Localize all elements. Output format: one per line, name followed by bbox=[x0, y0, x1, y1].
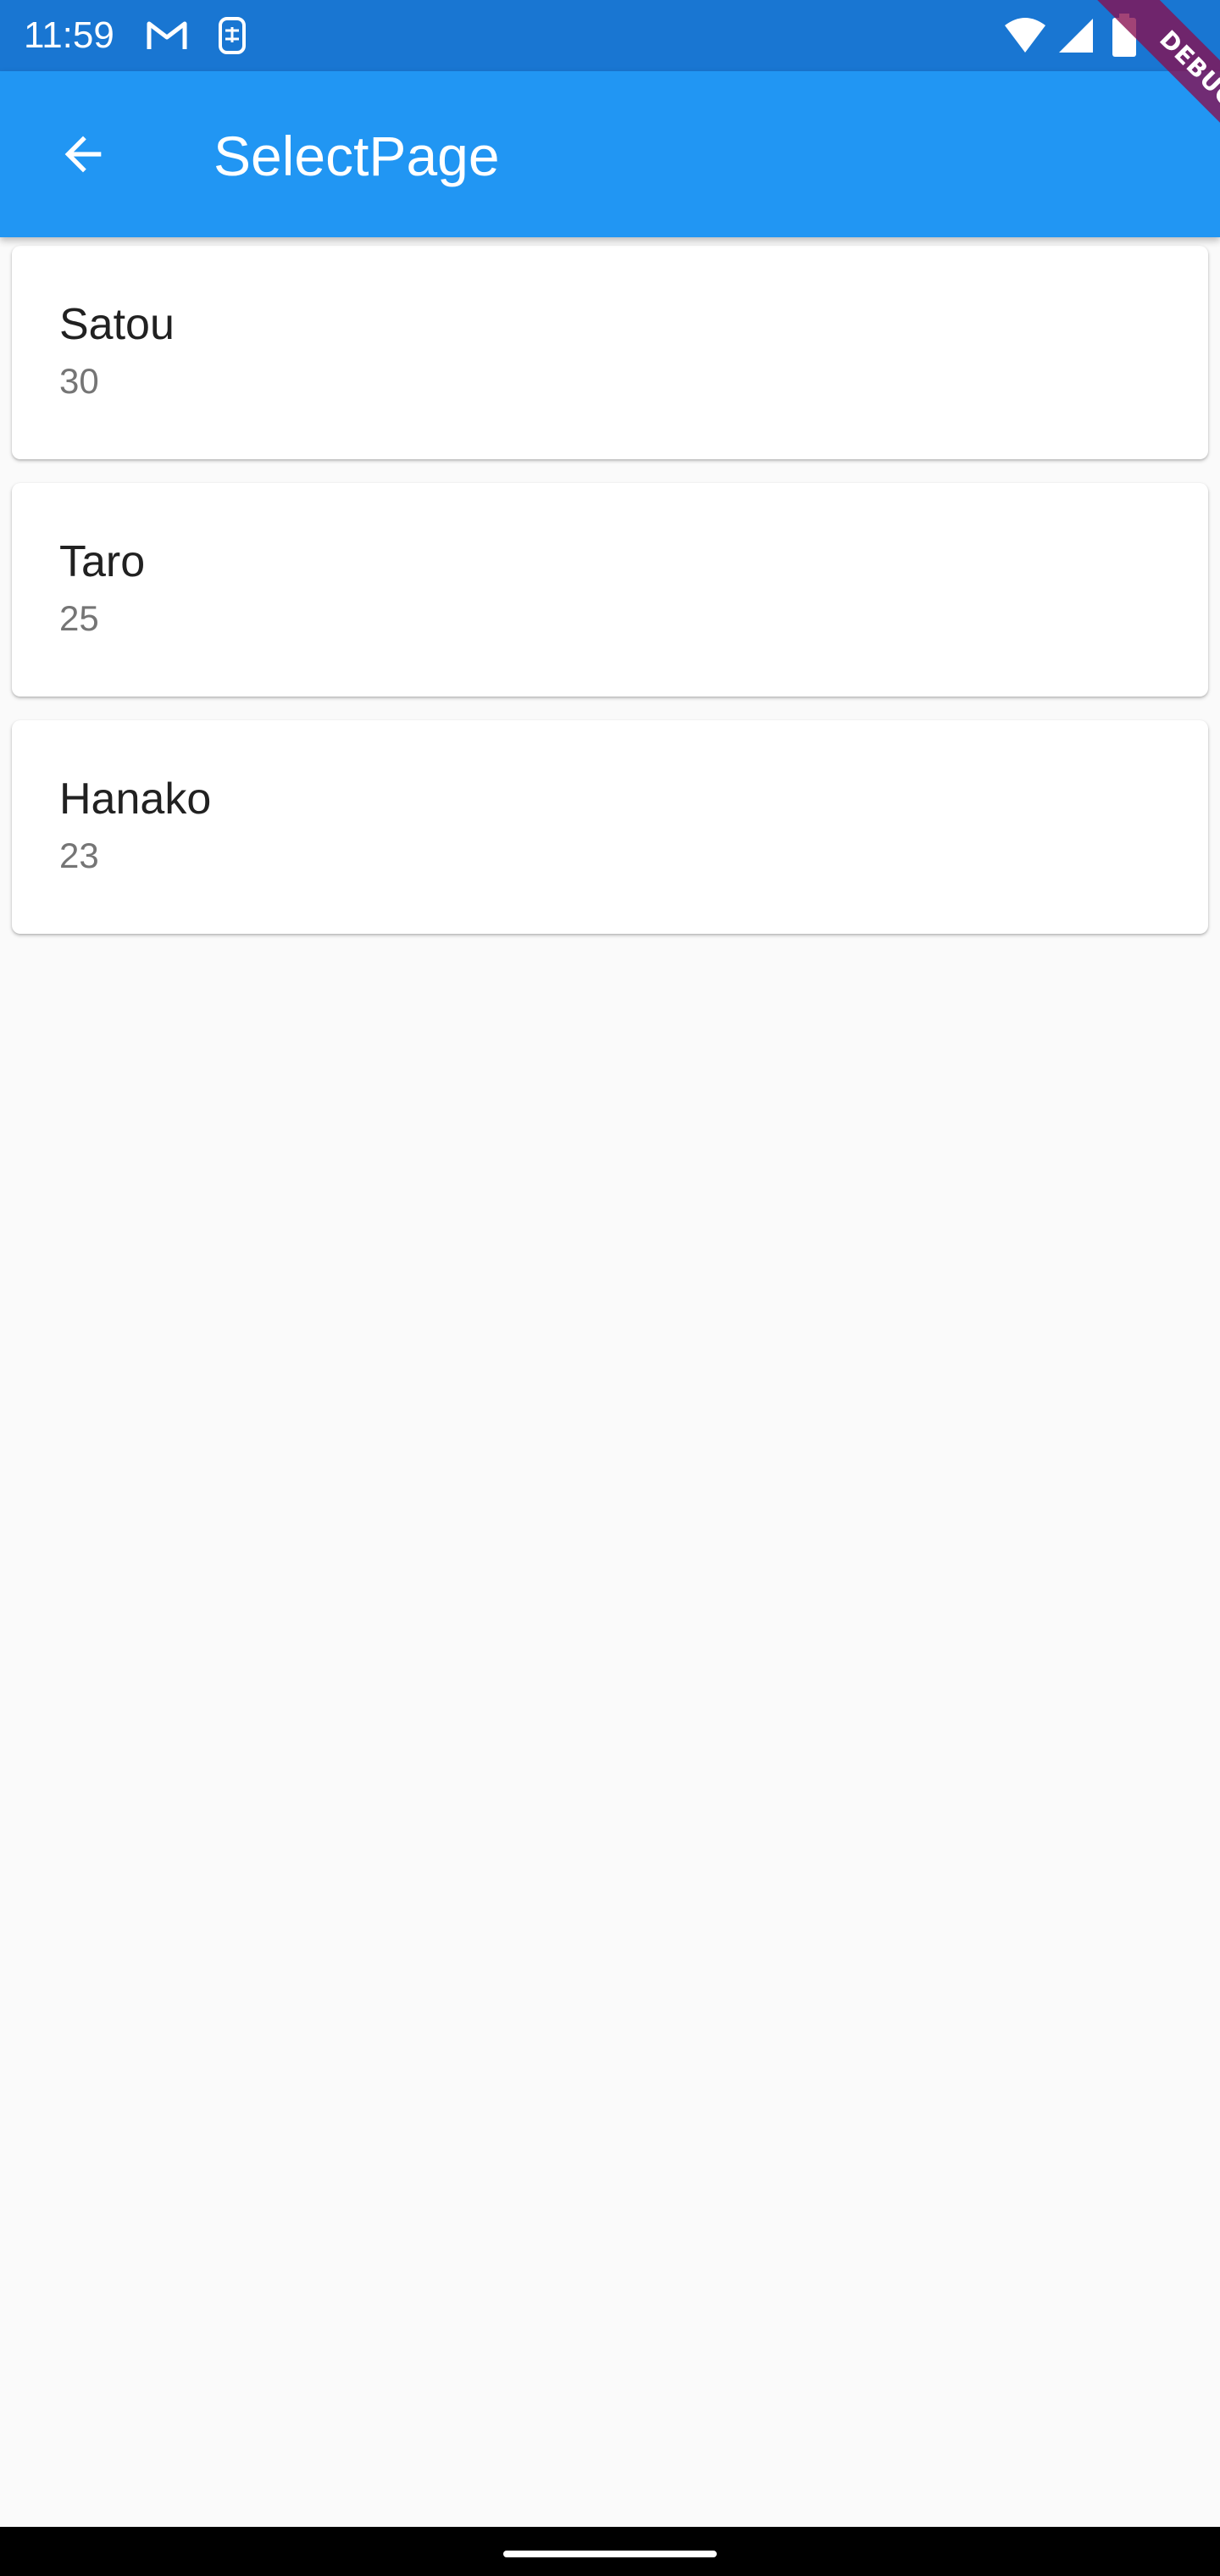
arrow-back-icon bbox=[64, 136, 102, 173]
person-card[interactable]: Satou 30 bbox=[12, 246, 1208, 459]
sim-card-icon bbox=[212, 15, 252, 56]
status-bar: 11:59 bbox=[0, 0, 1220, 71]
person-name: Satou bbox=[59, 300, 175, 349]
person-name: Hanako bbox=[59, 774, 212, 824]
wifi-icon bbox=[1003, 17, 1047, 54]
person-age: 25 bbox=[59, 598, 99, 638]
navigation-bar bbox=[0, 2527, 1220, 2576]
person-card[interactable]: Hanako 23 bbox=[12, 720, 1208, 934]
home-indicator[interactable] bbox=[503, 2551, 717, 2557]
app-bar: SelectPage bbox=[0, 71, 1220, 237]
person-age: 23 bbox=[59, 836, 99, 875]
back-button[interactable] bbox=[34, 105, 132, 203]
status-time: 11:59 bbox=[24, 14, 114, 56]
signal-icon bbox=[1057, 17, 1095, 54]
person-name: Taro bbox=[59, 537, 146, 586]
page-title: SelectPage bbox=[214, 125, 500, 187]
gmail-icon bbox=[146, 19, 188, 53]
person-age: 30 bbox=[59, 361, 99, 401]
battery-icon bbox=[1112, 14, 1137, 58]
person-card[interactable]: Taro 25 bbox=[12, 483, 1208, 697]
